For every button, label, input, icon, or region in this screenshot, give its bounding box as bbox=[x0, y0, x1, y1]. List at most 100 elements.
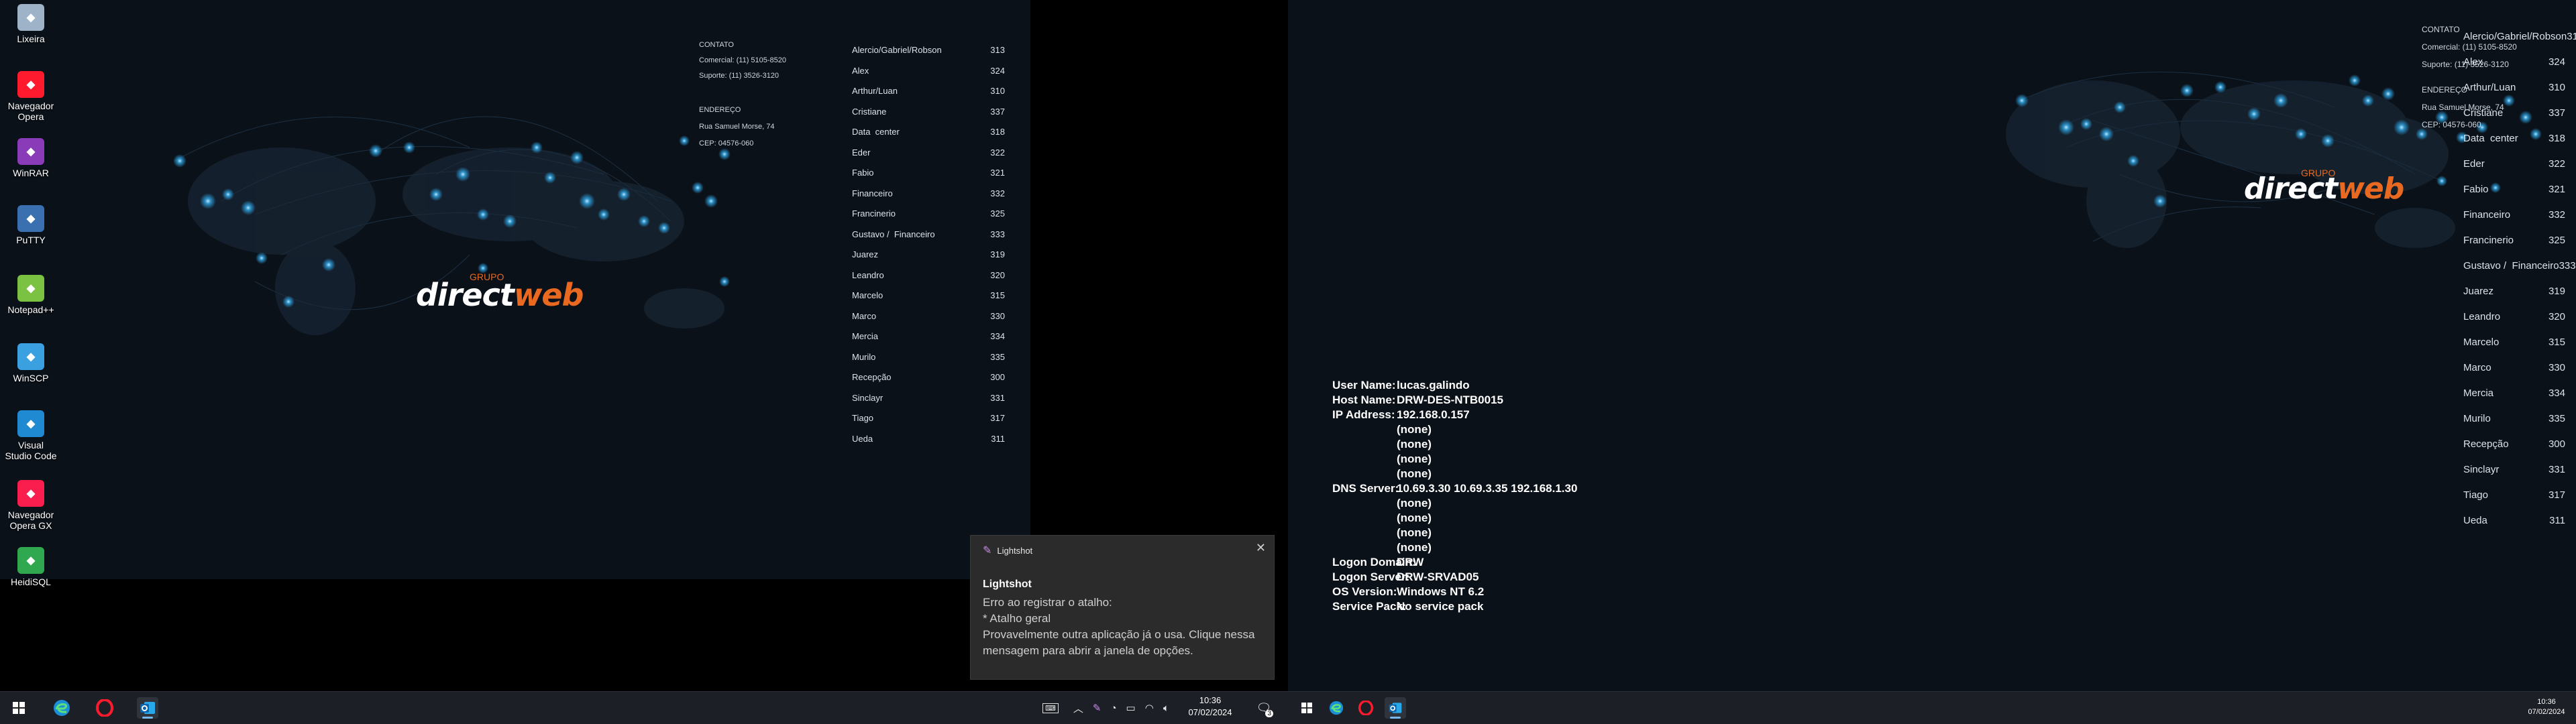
bginfo-row: User Name: lucas.galindo bbox=[1332, 378, 1577, 393]
extension-row: Juarez 319 bbox=[2463, 279, 2565, 304]
desktop-icon-putty[interactable]: ◆ PuTTY bbox=[4, 205, 58, 245]
desktop-icon-notepadpp[interactable]: ◆ Notepad++ bbox=[4, 275, 58, 315]
extension-row: Francinerio 325 bbox=[852, 204, 1005, 225]
extension-number: 330 bbox=[2548, 362, 2565, 373]
left-monitor: GRUPO directweb CONTATO Comercial: (11) … bbox=[0, 0, 1288, 724]
network-icon[interactable]: ◔ bbox=[1110, 703, 1116, 714]
taskbar-clock[interactable]: 10:36 07/02/2024 bbox=[1183, 695, 1237, 719]
extension-row: Cristiane 337 bbox=[852, 102, 1005, 123]
close-icon[interactable]: ✕ bbox=[1256, 541, 1266, 555]
extension-list: Alercio/Gabriel/Robson313 Alex 324 Arthur/L… bbox=[2463, 24, 2576, 534]
extension-name: Marco bbox=[852, 310, 877, 321]
logo-web-text: web bbox=[2337, 172, 2404, 206]
winscp-icon: ◆ bbox=[17, 343, 44, 370]
putty-icon: ◆ bbox=[17, 205, 44, 232]
toast-title: Lightshot bbox=[983, 579, 1032, 590]
desktop-icon-opera-gx[interactable]: ◆ Navegador Opera GX bbox=[4, 480, 58, 531]
extension-name: Financeiro bbox=[2463, 209, 2511, 221]
taskbar-clock[interactable]: 10:36 07/02/2024 bbox=[2520, 697, 2573, 717]
volume-icon[interactable]: 🔈︎ bbox=[1163, 703, 1169, 714]
extension-number: 333 bbox=[2559, 260, 2576, 272]
opera-icon: ◆ bbox=[17, 71, 44, 98]
lightshot-notification[interactable]: ✎ Lightshot ✕ Lightshot Erro ao registra… bbox=[970, 535, 1275, 680]
extension-name: Cristiane bbox=[852, 106, 887, 117]
notification-center-button[interactable]: 🗨︎ 3 bbox=[1253, 697, 1275, 719]
extension-number: 337 bbox=[2548, 107, 2565, 119]
taskbar-edge[interactable] bbox=[51, 697, 72, 719]
bginfo-value: (none) bbox=[1397, 526, 1432, 539]
extension-name: Ueda bbox=[2463, 515, 2487, 526]
extension-name: Fabio bbox=[2463, 184, 2489, 195]
extension-row: Marcelo 315 bbox=[2463, 330, 2565, 355]
toast-line-1: Erro ao registrar o atalho: bbox=[983, 596, 1112, 609]
extension-number: 321 bbox=[990, 168, 1005, 178]
desktop-wallpaper: GRUPO directweb CONTATO Comercial: (11) … bbox=[1288, 0, 2576, 692]
outlook-icon bbox=[140, 702, 155, 714]
desktop-icon-recycle-bin[interactable]: ◆ Lixeira bbox=[4, 4, 58, 44]
extension-row: Sinclayr 331 bbox=[852, 388, 1005, 409]
start-button[interactable] bbox=[1296, 697, 1318, 719]
start-button[interactable] bbox=[8, 697, 30, 719]
desktop-icon-winrar[interactable]: ◆ WinRAR bbox=[4, 138, 58, 178]
bginfo-row: (none) bbox=[1332, 422, 1577, 437]
extension-row: Recepção 300 bbox=[2463, 432, 2565, 457]
extension-name: Arthur/Luan bbox=[2463, 82, 2516, 93]
extension-number: 335 bbox=[990, 351, 1005, 362]
extension-number: 300 bbox=[990, 372, 1005, 382]
toast-line-2: * Atalho geral bbox=[983, 612, 1051, 625]
vscode-icon: ◆ bbox=[17, 410, 44, 437]
extension-row: Fabio 321 bbox=[2463, 177, 2565, 202]
bginfo-value: Windows NT 6.2 bbox=[1397, 585, 1485, 598]
extension-name: Eder bbox=[852, 147, 871, 158]
desktop-icon-heidisql[interactable]: ◆ HeidiSQL bbox=[4, 547, 58, 587]
lightshot-tray-icon[interactable]: ✎ bbox=[1093, 702, 1102, 714]
extension-number: 315 bbox=[990, 290, 1005, 300]
bginfo-row: (none) bbox=[1332, 452, 1577, 467]
taskbar-left: ⌨ ︿ ✎ ◔ ▭ ◠ 🔈︎ 10:36 07/02/2024 🗨︎ 3 bbox=[0, 691, 1288, 724]
address-heading: ENDEREÇO bbox=[699, 106, 741, 114]
keyboard-icon[interactable]: ⌨ bbox=[1042, 703, 1059, 713]
clock-time: 10:36 bbox=[2537, 698, 2556, 706]
desktop-icon-vscode[interactable]: ◆ Visual Studio Code bbox=[4, 410, 58, 461]
chevron-up-icon[interactable]: ︿ bbox=[1073, 701, 1083, 715]
extension-number: 318 bbox=[990, 127, 1005, 137]
extension-name: Alex bbox=[852, 65, 869, 76]
taskbar-outlook[interactable] bbox=[137, 697, 158, 719]
desktop-icon-opera[interactable]: ◆ Navegador Opera bbox=[4, 71, 58, 122]
bginfo-key bbox=[1332, 467, 1397, 481]
taskbar-outlook[interactable] bbox=[1385, 697, 1406, 719]
heidisql-icon: ◆ bbox=[17, 547, 44, 574]
bginfo-key: OS Version: bbox=[1332, 585, 1397, 598]
bginfo-row: Host Name: DRW-DES-NTB0015 bbox=[1332, 393, 1577, 408]
windows-start-icon bbox=[13, 702, 25, 714]
desktop-icon-label: Lixeira bbox=[17, 34, 45, 44]
extension-name: Alercio/Gabriel/Robson bbox=[2463, 31, 2567, 42]
battery-icon[interactable]: ▭ bbox=[1126, 702, 1136, 714]
extension-row: Tiago 317 bbox=[852, 408, 1005, 429]
extension-row: Tiago 317 bbox=[2463, 483, 2565, 508]
taskbar-edge[interactable] bbox=[1326, 697, 1347, 719]
bginfo-key: Logon Server: bbox=[1332, 570, 1410, 583]
extension-name: Mercia bbox=[2463, 387, 2494, 399]
wifi-icon[interactable]: ◠ bbox=[1145, 702, 1154, 714]
bginfo-value: No service pack bbox=[1397, 600, 1484, 613]
extension-name: Francinerio bbox=[852, 208, 896, 219]
taskbar-opera[interactable] bbox=[1355, 697, 1377, 719]
extension-row: Fabio 321 bbox=[852, 163, 1005, 184]
logo-direct-text: direct bbox=[416, 277, 515, 313]
extension-name: Leandro bbox=[852, 269, 884, 280]
extension-name: Marco bbox=[2463, 362, 2491, 373]
desktop-icon-winscp[interactable]: ◆ WinSCP bbox=[4, 343, 58, 383]
extension-name: Ueda bbox=[852, 433, 873, 444]
bginfo-value: (none) bbox=[1397, 467, 1432, 480]
taskbar-opera[interactable] bbox=[94, 697, 115, 719]
extension-name: Murilo bbox=[2463, 413, 2491, 424]
bginfo-value: (none) bbox=[1397, 511, 1432, 524]
extension-number: 313 bbox=[990, 45, 1005, 55]
extension-row: Leandro 320 bbox=[2463, 304, 2565, 330]
extension-row: Ueda 311 bbox=[2463, 508, 2565, 534]
bginfo-value: (none) bbox=[1397, 452, 1432, 465]
contact-comercial: Comercial: (11) 5105-8520 bbox=[699, 56, 787, 64]
extension-number: 320 bbox=[2548, 311, 2565, 322]
extension-name: Eder bbox=[2463, 158, 2485, 170]
